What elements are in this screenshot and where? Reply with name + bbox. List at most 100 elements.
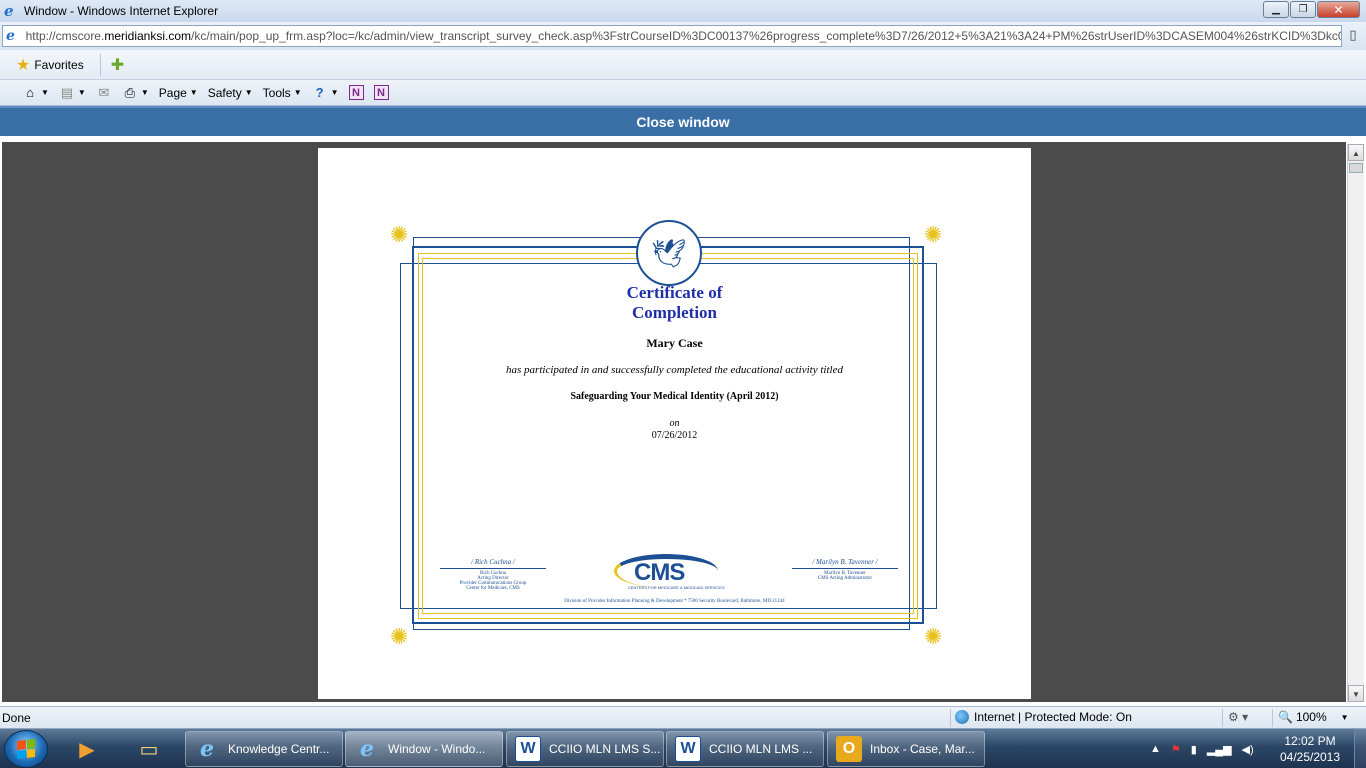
help-button[interactable]: ? ▼ bbox=[312, 85, 339, 101]
start-button[interactable] bbox=[4, 730, 48, 768]
page-menu[interactable]: Page ▼ bbox=[159, 86, 198, 100]
add-favorite-icon[interactable]: ✚ bbox=[111, 55, 124, 75]
signature-left-script: / Rich Cuchna / bbox=[471, 558, 515, 566]
file-explorer-icon[interactable]: ▭ bbox=[124, 731, 174, 767]
cms-logo-subtitle: CENTERS FOR MEDICARE & MEDICAID SERVICES bbox=[628, 585, 725, 590]
tools-menu-label: Tools bbox=[262, 85, 291, 100]
mail-button[interactable]: ✉ bbox=[96, 85, 112, 101]
window-title: Window - Windows Internet Explorer bbox=[24, 4, 219, 18]
system-clock[interactable]: 12:02 PM 04/25/2013 bbox=[1272, 733, 1348, 765]
close-window-link[interactable]: Close window bbox=[636, 114, 729, 130]
taskbar-item-label: CCIIO MLN LMS S... bbox=[549, 742, 661, 756]
security-zone[interactable]: Internet | Protected Mode: On bbox=[955, 710, 1132, 724]
word-icon: W bbox=[675, 736, 701, 762]
show-desktop-button[interactable] bbox=[1354, 729, 1366, 768]
chevron-down-icon: ▼ bbox=[244, 88, 253, 97]
star-icon: ★ bbox=[16, 56, 31, 74]
wheat-ornament-icon: ✺ bbox=[924, 624, 943, 649]
chevron-down-icon: ▼ bbox=[293, 88, 302, 97]
compatibility-view-icon[interactable]: ▯ bbox=[1344, 27, 1362, 45]
wheat-ornament-icon: ✺ bbox=[390, 624, 409, 649]
favorites-bar: ★ Favorites ✚ bbox=[0, 50, 1366, 80]
taskbar-item-word-2[interactable]: W CCIIO MLN LMS ... bbox=[666, 731, 824, 767]
network-signal-icon[interactable]: ▂▄▆ bbox=[1207, 743, 1232, 756]
signatory-left-center: Center for Medicare, CMS bbox=[466, 586, 520, 591]
certificate-title-line2: Completion bbox=[632, 303, 717, 322]
minimize-button[interactable]: ▁ bbox=[1263, 1, 1289, 18]
signature-left: / Rich Cuchna / Rich Cuchna Acting Direc… bbox=[440, 558, 546, 591]
clock-date: 04/25/2013 bbox=[1279, 750, 1341, 764]
tools-menu[interactable]: Tools ▼ bbox=[263, 86, 302, 100]
completion-date: 07/26/2012 bbox=[651, 430, 698, 441]
divider bbox=[1222, 709, 1223, 727]
close-window-strip: Close window bbox=[0, 106, 1366, 136]
course-title: Safeguarding Your Medical Identity (Apri… bbox=[570, 391, 779, 402]
chevron-down-icon: ▼ bbox=[140, 88, 149, 97]
close-button[interactable]: ✕ bbox=[1317, 1, 1360, 18]
feed-icon: ▤ bbox=[60, 84, 74, 100]
print-button[interactable]: ⎙ ▼ bbox=[122, 85, 149, 101]
taskbar-item-label: Inbox - Case, Mar... bbox=[870, 742, 975, 756]
ie-icon: e bbox=[360, 736, 374, 762]
completion-statement: has participated in and successfully com… bbox=[506, 364, 843, 376]
taskbar-item-outlook[interactable]: O Inbox - Case, Mar... bbox=[827, 731, 985, 767]
taskbar-item-knowledge-center[interactable]: e Knowledge Centr... bbox=[185, 731, 343, 767]
protected-mode-icon[interactable]: ⚙ ▾ bbox=[1228, 710, 1248, 724]
media-player-icon[interactable]: ▶ bbox=[62, 731, 112, 767]
security-zone-label: Internet | Protected Mode: On bbox=[974, 710, 1132, 724]
word-icon: W bbox=[515, 736, 541, 762]
scroll-down-icon[interactable]: ▼ bbox=[1348, 685, 1364, 702]
safety-menu[interactable]: Safety ▼ bbox=[208, 86, 253, 100]
window-title-bar[interactable]: e Window - Windows Internet Explorer ▁ ❐… bbox=[0, 0, 1366, 22]
hhs-seal-icon: 🕊 bbox=[636, 220, 702, 286]
signature-line bbox=[440, 568, 546, 569]
chevron-down-icon: ▼ bbox=[189, 88, 198, 97]
show-hidden-icons-icon[interactable]: ▲ bbox=[1150, 743, 1161, 755]
page-icon: e bbox=[6, 28, 15, 44]
onenote-linked-icon[interactable]: N bbox=[373, 85, 389, 100]
status-text: Done bbox=[2, 710, 31, 725]
taskbar-item-label: Knowledge Centr... bbox=[228, 742, 330, 756]
scroll-up-icon[interactable]: ▲ bbox=[1348, 144, 1364, 161]
favorites-button[interactable]: ★ Favorites bbox=[16, 55, 84, 75]
help-icon: ? bbox=[315, 85, 324, 100]
safety-menu-label: Safety bbox=[207, 85, 242, 100]
onenote-icon[interactable]: N bbox=[348, 85, 364, 100]
maximize-button[interactable]: ❐ bbox=[1290, 1, 1316, 18]
globe-icon bbox=[955, 710, 969, 724]
signatory-right-role: CMS Acting Administrator bbox=[817, 576, 873, 581]
printer-icon: ⎙ bbox=[124, 84, 136, 100]
vertical-scrollbar[interactable]: ▲ ▼ bbox=[1347, 144, 1364, 702]
home-icon: ⌂ bbox=[26, 85, 34, 100]
action-center-icon[interactable]: ⚑ bbox=[1171, 743, 1181, 756]
mail-icon: ✉ bbox=[98, 84, 110, 100]
divider bbox=[1272, 709, 1273, 727]
windows-logo-icon bbox=[17, 739, 35, 759]
recipient-name: Mary Case bbox=[646, 336, 703, 350]
zoom-icon: 🔍 bbox=[1278, 710, 1293, 724]
zoom-control[interactable]: 🔍 100% ▼ bbox=[1278, 710, 1349, 724]
taskbar: ▶ ▭ e Knowledge Centr... e Window - Wind… bbox=[0, 728, 1366, 768]
scroll-thumb[interactable] bbox=[1349, 163, 1363, 173]
chevron-down-icon: ▼ bbox=[41, 88, 49, 97]
taskbar-item-window[interactable]: e Window - Windo... bbox=[345, 731, 503, 767]
feeds-button[interactable]: ▤ ▼ bbox=[59, 85, 86, 101]
taskbar-item-label: CCIIO MLN LMS ... bbox=[709, 742, 813, 756]
window-controls: ▁ ❐ ✕ bbox=[1262, 1, 1360, 18]
certificate-title: Certificate of bbox=[626, 283, 723, 302]
taskbar-item-word-1[interactable]: W CCIIO MLN LMS S... bbox=[506, 731, 664, 767]
chevron-down-icon: ▼ bbox=[1340, 712, 1349, 722]
home-button[interactable]: ⌂ ▼ bbox=[22, 85, 49, 101]
divider bbox=[99, 53, 101, 76]
certificate-footer: Division of Provider Information Plannin… bbox=[564, 599, 785, 604]
clock-time: 12:02 PM bbox=[1284, 734, 1336, 748]
zoom-level: 100% bbox=[1295, 710, 1327, 724]
address-bar: e http://cmscore.meridianksi.com/kc/main… bbox=[0, 22, 1366, 50]
address-input[interactable]: e http://cmscore.meridianksi.com/kc/main… bbox=[2, 25, 1342, 47]
favorites-label: Favorites bbox=[34, 57, 84, 72]
certificate-page: ✺ ✺ ✺ ✺ 🕊 Certificate of Completion Mary… bbox=[318, 148, 1031, 699]
address-url: http://cmscore.meridianksi.com/kc/main/p… bbox=[25, 29, 1341, 43]
volume-icon[interactable]: ◀) bbox=[1242, 743, 1254, 756]
taskbar-item-label: Window - Windo... bbox=[388, 742, 486, 756]
usb-device-icon[interactable]: ▮ bbox=[1191, 743, 1197, 756]
